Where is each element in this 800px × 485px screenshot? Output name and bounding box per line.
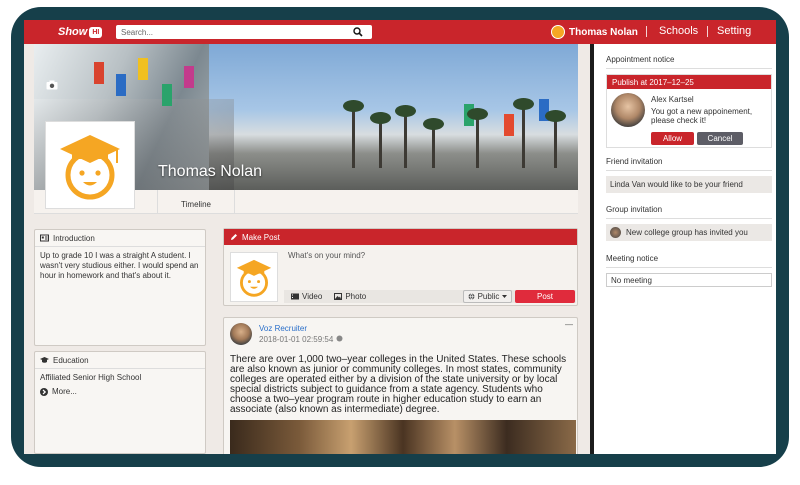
appointment-card: Publish at 2017–12–25 Alex Kartsel You g… bbox=[606, 74, 772, 148]
feed-post-card: Voz Recruiter 2018-01-01 02:59:54 — Ther… bbox=[223, 317, 578, 454]
post-author-avatar[interactable] bbox=[230, 323, 252, 345]
education-school: Affiliated Senior High School bbox=[40, 373, 142, 382]
cancel-button[interactable]: Cancel bbox=[697, 132, 743, 145]
logo-text: Show bbox=[58, 26, 88, 38]
cover-user-name: Thomas Nolan bbox=[158, 163, 263, 180]
app-screen: Show HI Thomas Nolan Schools Setting bbox=[24, 20, 776, 454]
divider bbox=[606, 68, 772, 69]
graduate-avatar-icon bbox=[60, 135, 120, 200]
photo-button[interactable]: Photo bbox=[334, 292, 366, 301]
pencil-icon bbox=[231, 234, 237, 240]
photo-label: Photo bbox=[345, 292, 367, 301]
group-avatar bbox=[610, 227, 621, 238]
cover-banner bbox=[162, 84, 172, 106]
top-bar: Show HI Thomas Nolan Schools Setting bbox=[24, 20, 776, 44]
camera-icon[interactable] bbox=[46, 80, 58, 90]
introduction-title: Introduction bbox=[53, 233, 95, 243]
cover-banner bbox=[184, 66, 194, 88]
education-panel: Education Affiliated Senior High School … bbox=[34, 351, 206, 454]
education-more: More... bbox=[52, 387, 77, 396]
post-body: There are over 1,000 two–year colleges i… bbox=[230, 354, 567, 415]
cover-palm bbox=[370, 112, 391, 168]
search-box bbox=[116, 25, 372, 39]
appointment-notice-title: Appointment notice bbox=[606, 55, 675, 64]
appointment-card-header: Publish at 2017–12–25 bbox=[607, 75, 771, 89]
group-invitation-title: Group invitation bbox=[606, 205, 663, 214]
friend-invitation-item[interactable]: Linda Van would like to be your friend bbox=[606, 176, 772, 193]
search-input[interactable] bbox=[116, 26, 336, 38]
group-invitation-item[interactable]: New college group has invited you bbox=[606, 224, 772, 241]
cover-palm bbox=[395, 105, 416, 168]
image-icon bbox=[334, 293, 343, 300]
cover-banner bbox=[138, 58, 148, 80]
post-timestamp: 2018-01-01 02:59:54 bbox=[259, 335, 334, 344]
group-invitation-text: New college group has invited you bbox=[626, 228, 748, 237]
user-name: Thomas Nolan bbox=[569, 26, 638, 38]
user-menu[interactable]: Thomas Nolan bbox=[551, 24, 638, 40]
nav-schools[interactable]: Schools bbox=[659, 25, 698, 37]
meeting-notice-title: Meeting notice bbox=[606, 254, 659, 263]
introduction-text: Up to grade 10 I was a straight A studen… bbox=[40, 251, 199, 280]
video-label: Video bbox=[302, 292, 323, 301]
post-compose-input[interactable]: What's on your mind? bbox=[288, 251, 574, 260]
sender-avatar bbox=[611, 93, 645, 127]
avatar bbox=[230, 252, 278, 302]
graduation-cap-icon bbox=[40, 357, 49, 363]
nav-divider bbox=[707, 26, 708, 37]
make-post-panel: Make Post What's on your mind? Video Pho… bbox=[223, 228, 578, 306]
divider bbox=[606, 218, 772, 219]
cover-banner bbox=[94, 62, 104, 84]
friend-invitation-title: Friend invitation bbox=[606, 157, 663, 166]
nav-divider bbox=[646, 26, 647, 37]
appointment-message: You got a new appoinement, please check … bbox=[651, 107, 753, 125]
video-button[interactable]: Video bbox=[291, 292, 322, 301]
graduate-avatar-icon bbox=[236, 259, 272, 297]
search-icon[interactable] bbox=[352, 26, 364, 38]
id-card-icon bbox=[40, 234, 49, 242]
panel-header: Education bbox=[35, 352, 205, 369]
audience-label: Public bbox=[477, 292, 500, 301]
cover-banner bbox=[116, 74, 126, 96]
education-title: Education bbox=[53, 355, 89, 365]
cover-palm bbox=[423, 118, 444, 168]
caret-down-icon bbox=[502, 295, 508, 298]
cover-palm bbox=[343, 100, 364, 168]
meeting-notice-item: No meeting bbox=[606, 273, 772, 287]
app-logo[interactable]: Show HI bbox=[58, 24, 103, 40]
make-post-title: Make Post bbox=[242, 232, 280, 242]
notifications-sidebar: Appointment notice Publish at 2017–12–25… bbox=[590, 44, 776, 454]
post-menu-icon[interactable]: — bbox=[565, 320, 573, 329]
panel-header: Introduction bbox=[35, 230, 205, 247]
audience-select[interactable]: Public bbox=[463, 290, 512, 303]
tab-timeline[interactable]: Timeline bbox=[157, 190, 235, 214]
introduction-panel: Introduction Up to grade 10 I was a stra… bbox=[34, 229, 206, 346]
cover-banner bbox=[504, 114, 514, 136]
cover-palm bbox=[513, 98, 534, 168]
globe-icon bbox=[468, 293, 475, 300]
sender-name: Alex Kartsel bbox=[651, 95, 694, 104]
post-photo[interactable] bbox=[230, 420, 576, 454]
nav-setting[interactable]: Setting bbox=[717, 25, 751, 37]
post-button[interactable]: Post bbox=[515, 290, 575, 303]
profile-avatar[interactable] bbox=[45, 121, 135, 209]
cover-palm bbox=[545, 110, 566, 168]
allow-button[interactable]: Allow bbox=[651, 132, 694, 145]
education-more-link[interactable]: More... bbox=[35, 387, 205, 396]
avatar bbox=[551, 25, 565, 39]
globe-icon bbox=[336, 335, 343, 342]
divider bbox=[606, 267, 772, 268]
divider bbox=[606, 170, 772, 171]
logo-badge: HI bbox=[89, 26, 103, 38]
arrow-right-circle-icon bbox=[40, 387, 48, 396]
cover-palm bbox=[467, 108, 488, 168]
make-post-header: Make Post bbox=[224, 229, 577, 245]
video-icon bbox=[291, 293, 299, 300]
post-author-name[interactable]: Voz Recruiter bbox=[259, 324, 307, 333]
